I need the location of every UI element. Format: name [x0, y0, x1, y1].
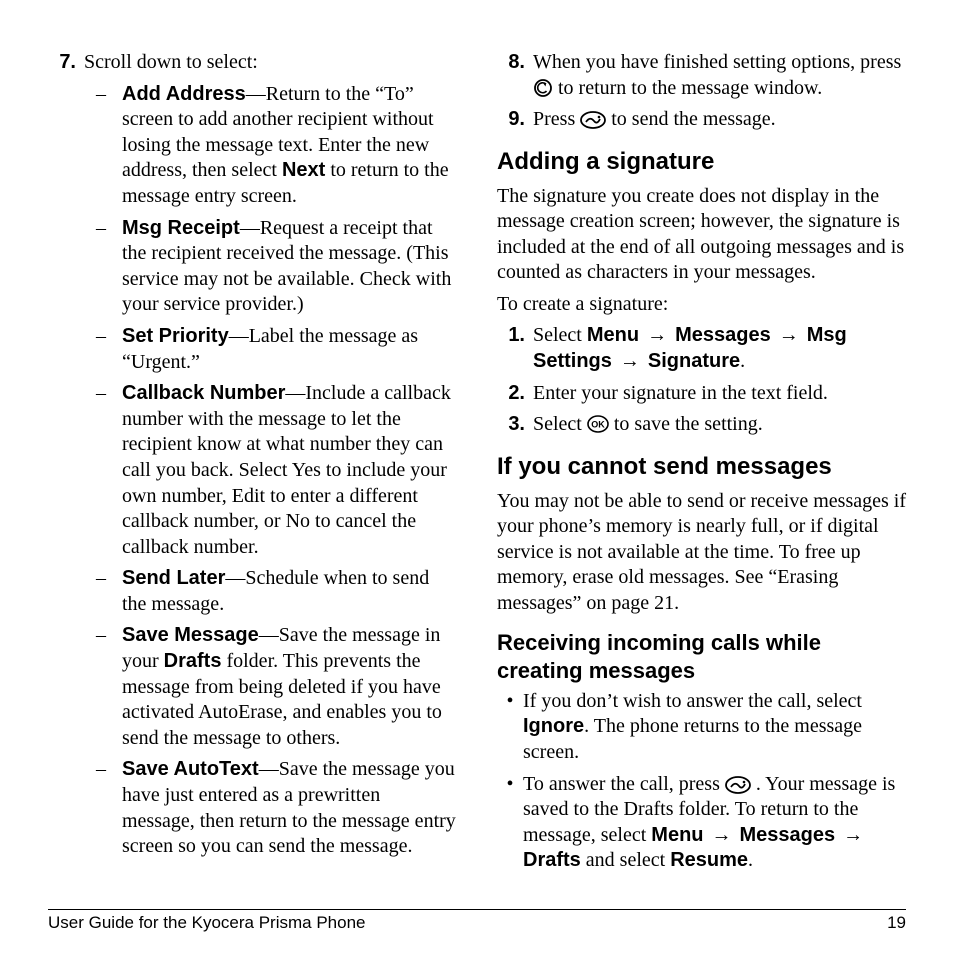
step-text-pre: When you have finished setting options, … — [533, 51, 901, 73]
sig-step-2: 2. Enter your signature in the text fiel… — [497, 381, 906, 407]
text-pre: Select — [533, 324, 587, 346]
columns: 7. Scroll down to select: – Add Address—… — [48, 50, 906, 900]
step-number: 3. — [497, 412, 533, 438]
page-number: 19 — [887, 912, 906, 934]
step-number: 1. — [497, 323, 533, 374]
option-title: Save AutoText — [122, 758, 259, 780]
bullet-icon: • — [497, 772, 523, 874]
text-pre: To answer the call, press — [523, 773, 725, 795]
svg-text:OK: OK — [591, 420, 605, 430]
ok-key-icon: OK — [587, 415, 609, 433]
arrow-icon: → — [704, 824, 740, 846]
option-text: —Include a callback number with the mess… — [122, 382, 451, 558]
option-title: Add Address — [122, 83, 246, 105]
option-title: Callback Number — [122, 382, 285, 404]
step-number: 9. — [497, 107, 533, 133]
page-footer: User Guide for the Kyocera Prisma Phone … — [48, 909, 906, 934]
sig-step-1: 1. Select Menu → Messages → Msg Settings… — [497, 323, 906, 374]
dash-icon: – — [96, 381, 122, 560]
arrow-icon: → — [771, 324, 807, 346]
footer-title: User Guide for the Kyocera Prisma Phone — [48, 912, 365, 934]
menu-path: Drafts — [523, 849, 581, 871]
heading-receiving-calls: Receiving incoming calls while creating … — [497, 629, 906, 685]
column-right: 8. When you have finished setting option… — [497, 50, 906, 900]
option-add-address: – Add Address—Return to the “To” screen … — [48, 82, 457, 210]
step-text-post: to return to the message window. — [558, 77, 822, 99]
send-key-icon — [580, 111, 606, 129]
column-left: 7. Scroll down to select: – Add Address—… — [48, 50, 457, 900]
heading-adding-signature: Adding a signature — [497, 147, 906, 178]
step-number: 8. — [497, 50, 533, 101]
signature-paragraph: The signature you create does not displa… — [497, 184, 906, 286]
bullet-icon: • — [497, 689, 523, 766]
step-text-post: to send the message. — [611, 108, 775, 130]
text-post: and select — [581, 849, 670, 871]
back-key-icon — [533, 79, 553, 97]
arrow-icon: → — [835, 824, 866, 846]
option-save-message: – Save Message—Save the message in your … — [48, 623, 457, 751]
inline-bold: Resume — [670, 849, 748, 871]
text-pre: Select — [533, 413, 587, 435]
dash-icon: – — [96, 82, 122, 210]
dash-icon: – — [96, 757, 122, 859]
arrow-icon: → — [639, 324, 675, 346]
bullet-answer-call: • To answer the call, press . Your messa… — [497, 772, 906, 874]
menu-path: Menu — [651, 824, 703, 846]
dot: . — [740, 350, 745, 372]
cannot-send-paragraph: You may not be able to send or receive m… — [497, 489, 906, 617]
option-callback-number: – Callback Number—Include a callback num… — [48, 381, 457, 560]
bullet-ignore-call: • If you don’t wish to answer the call, … — [497, 689, 906, 766]
option-title: Save Message — [122, 624, 259, 646]
step-9: 9. Press to send the message. — [497, 107, 906, 133]
dash-icon: – — [96, 623, 122, 751]
option-send-later: – Send Later—Schedule when to send the m… — [48, 566, 457, 617]
dash-icon: – — [96, 566, 122, 617]
step-text: Enter your signature in the text field. — [533, 381, 906, 407]
sig-step-3: 3. Select OK to save the setting. — [497, 412, 906, 438]
step-8: 8. When you have finished setting option… — [497, 50, 906, 101]
step-number: 7. — [48, 50, 84, 76]
option-title: Msg Receipt — [122, 217, 240, 239]
menu-path: Signature — [648, 350, 740, 372]
option-title: Set Priority — [122, 325, 229, 347]
menu-path: Messages — [740, 824, 836, 846]
arrow-icon: → — [612, 350, 648, 372]
step-number: 2. — [497, 381, 533, 407]
option-set-priority: – Set Priority—Label the message as “Urg… — [48, 324, 457, 375]
heading-cannot-send: If you cannot send messages — [497, 452, 906, 483]
option-save-autotext: – Save AutoText—Save the message you hav… — [48, 757, 457, 859]
send-key-icon — [725, 776, 751, 794]
dash-icon: – — [96, 324, 122, 375]
signature-lead: To create a signature: — [497, 292, 906, 318]
dash-icon: – — [96, 216, 122, 318]
menu-path: Messages — [675, 324, 771, 346]
option-inline-bold: Drafts — [164, 650, 222, 672]
inline-bold: Ignore — [523, 715, 584, 737]
step-7: 7. Scroll down to select: — [48, 50, 457, 76]
dot: . — [748, 849, 753, 871]
step-text-pre: Press — [533, 108, 580, 130]
option-inline-bold: Next — [282, 159, 325, 181]
text-pre: If you don’t wish to answer the call, se… — [523, 690, 862, 712]
page: 7. Scroll down to select: – Add Address—… — [0, 0, 954, 954]
option-title: Send Later — [122, 567, 225, 589]
menu-path: Menu — [587, 324, 639, 346]
option-msg-receipt: – Msg Receipt—Request a receipt that the… — [48, 216, 457, 318]
text-post: to save the setting. — [614, 413, 763, 435]
step-body: Scroll down to select: — [84, 50, 457, 76]
